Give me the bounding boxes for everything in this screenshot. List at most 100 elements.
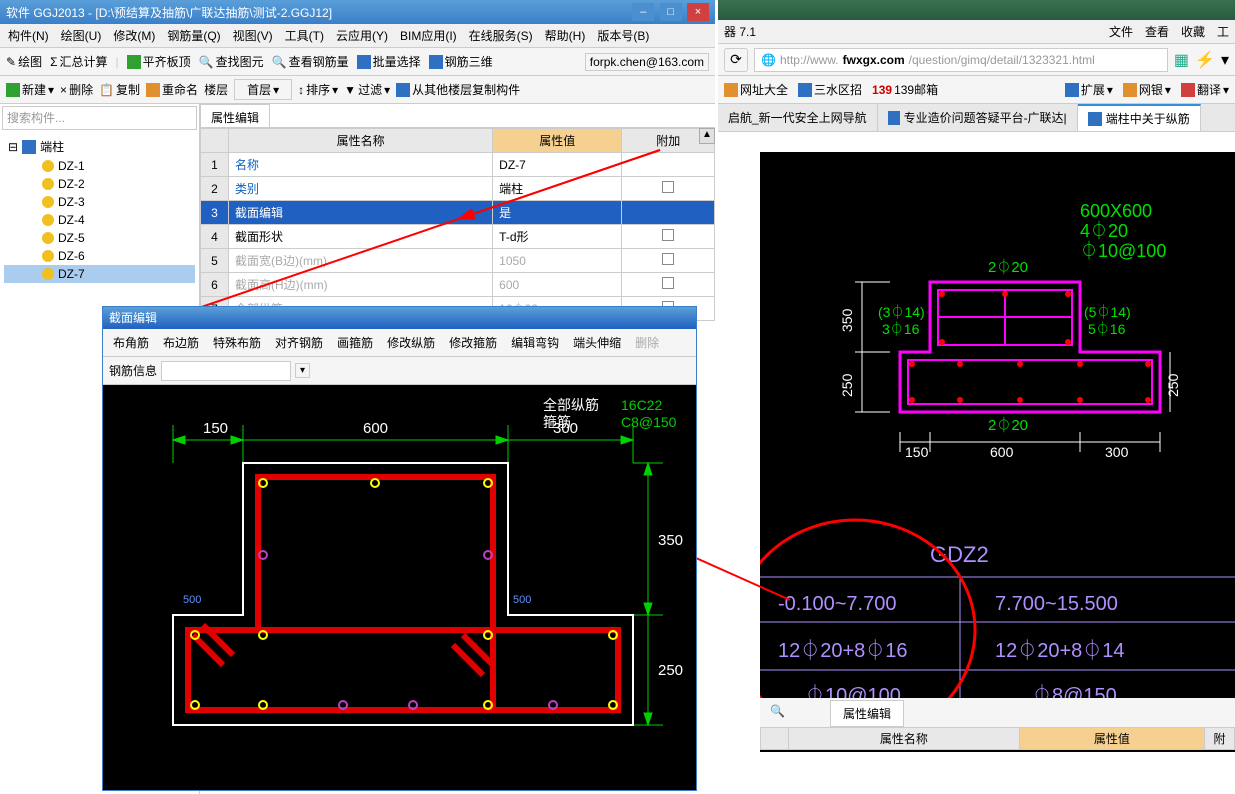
bmenu-view[interactable]: 查看 (1145, 23, 1169, 40)
menu-view[interactable]: 视图(V) (229, 25, 277, 46)
column-icon (22, 140, 36, 154)
svg-text:3⏀16: 3⏀16 (882, 321, 920, 337)
prop-row-6[interactable]: 6截面高(H边)(mm)600 (201, 273, 715, 297)
bmenu-fav[interactable]: 收藏 (1181, 23, 1205, 40)
dropdown-icon[interactable]: ▾ (1221, 50, 1229, 70)
address-bar[interactable]: 🌐 http://www.fwxgx.com/question/gimq/det… (754, 48, 1168, 72)
bookmark-all[interactable]: 网址大全 (724, 81, 788, 98)
scroll-up-arrow[interactable]: ▲ (699, 128, 715, 144)
btn-draw-stirrup[interactable]: 画箍筋 (333, 332, 377, 353)
btn-edit-hook[interactable]: 编辑弯钩 (507, 332, 563, 353)
tool-batch[interactable]: 批量选择 (357, 53, 421, 70)
section-svg: 150 600 300 350 250 500 500 (103, 385, 696, 790)
svg-text:GDZ2: GDZ2 (930, 542, 989, 567)
maximize-button[interactable]: □ (660, 3, 682, 21)
menu-bim[interactable]: BIM应用(I) (396, 25, 461, 46)
btn-filter[interactable]: ▼过滤 ▾ (344, 81, 390, 98)
dropdown-icon[interactable]: ▾ (295, 363, 310, 378)
browser-titlebar (718, 0, 1235, 20)
svg-text:2⏀20: 2⏀20 (988, 258, 1028, 276)
cad-drawing[interactable]: 600X600 4⏀20 ⏀10@100 2⏀20 2⏀20 (3⏀14) 3⏀… (760, 152, 1235, 752)
ext-button[interactable]: 扩展 ▾ (1065, 81, 1113, 98)
section-canvas[interactable]: 150 600 300 350 250 500 500 (103, 385, 696, 790)
menu-help[interactable]: 帮助(H) (541, 25, 590, 46)
search-input[interactable]: 搜索构件... (2, 106, 197, 130)
bookmark-sanshui[interactable]: 三水区招 (798, 81, 862, 98)
prop-row-4[interactable]: 4截面形状T-d形 (201, 225, 715, 249)
user-email[interactable]: forpk.chen@163.com (585, 53, 709, 71)
tree-root[interactable]: ⊟ 端柱 (4, 136, 195, 157)
btn-rename[interactable]: 重命名 (146, 81, 198, 98)
close-button[interactable]: × (687, 3, 709, 21)
menu-modify[interactable]: 修改(M) (109, 25, 159, 46)
refresh-button[interactable]: ⟳ (724, 48, 748, 72)
svg-text:350: 350 (658, 532, 683, 549)
translate-button[interactable]: 翻译 ▾ (1181, 81, 1229, 98)
tool-flat[interactable]: 平齐板顶 (127, 53, 191, 70)
floor-select[interactable]: 首层 ▾ (234, 79, 292, 100)
prop-row-5[interactable]: 5截面宽(B边)(mm)1050 (201, 249, 715, 273)
checkbox[interactable] (662, 181, 674, 193)
browser-name: 器 7.1 (724, 23, 756, 40)
prop-row-3[interactable]: 3截面编辑是 (201, 201, 715, 225)
checkbox[interactable] (662, 229, 674, 241)
tool-draw[interactable]: ✎ 绘图 (6, 53, 42, 70)
property-table: 属性名称 属性值 附加 1名称DZ-7 2类别端柱 3截面编辑是 4截面形状T-… (200, 128, 715, 321)
tree-item-dz2[interactable]: DZ-2 (4, 175, 195, 193)
site-icon (798, 83, 812, 97)
svg-text:600: 600 (363, 420, 388, 437)
btn-copy[interactable]: 📋复制 (99, 81, 140, 98)
tool-sum[interactable]: Σ 汇总计算 (50, 53, 107, 70)
btn-copyfrom[interactable]: 从其他楼层复制构件 (396, 81, 520, 98)
svg-text:12⏀20+8⏀16: 12⏀20+8⏀16 (778, 638, 908, 662)
svg-text:⏀10@100: ⏀10@100 (1080, 240, 1166, 261)
security-icon[interactable]: ▦ (1174, 50, 1189, 70)
btn-sort[interactable]: ↕排序 ▾ (298, 81, 338, 98)
tab-property-edit[interactable]: 属性编辑 (200, 104, 270, 127)
bookmark-139[interactable]: 139139邮箱 (872, 81, 938, 98)
bank-button[interactable]: 网银 ▾ (1123, 81, 1171, 98)
menu-tools[interactable]: 工具(T) (281, 25, 328, 46)
btn-corner-rebar[interactable]: 布角筋 (109, 332, 153, 353)
svg-text:12⏀20+8⏀14: 12⏀20+8⏀14 (995, 638, 1125, 662)
menu-version[interactable]: 版本号(B) (593, 25, 653, 46)
tab-column[interactable]: 端柱中关于纵筋 (1078, 104, 1201, 131)
tree-item-dz1[interactable]: DZ-1 (4, 157, 195, 175)
menu-online[interactable]: 在线服务(S) (465, 25, 537, 46)
btn-modify-stir[interactable]: 修改箍筋 (445, 332, 501, 353)
btn-align-rebar[interactable]: 对齐钢筋 (271, 332, 327, 353)
tool-rebar3d[interactable]: 钢筋三维 (429, 53, 493, 70)
rebar-info-input[interactable] (161, 361, 291, 381)
checkbox[interactable] (662, 253, 674, 265)
minimize-button[interactable]: – (632, 3, 654, 21)
bmenu-tool[interactable]: 工 (1217, 23, 1229, 40)
btn-delete-rebar[interactable]: 删除 (631, 332, 663, 353)
menu-rebar[interactable]: 钢筋量(Q) (163, 25, 224, 46)
lightning-icon[interactable]: ⚡ (1195, 50, 1215, 70)
search-icon[interactable]: 🔍 (770, 704, 785, 718)
tree-item-dz3[interactable]: DZ-3 (4, 193, 195, 211)
btn-special-rebar[interactable]: 特殊布筋 (209, 332, 265, 353)
tree-item-dz4[interactable]: DZ-4 (4, 211, 195, 229)
menu-cloud[interactable]: 云应用(Y) (332, 25, 392, 46)
btn-delete[interactable]: ×删除 (60, 81, 93, 98)
btn-new[interactable]: 新建 ▾ (6, 81, 54, 98)
checkbox[interactable] (662, 277, 674, 289)
prop-row-1[interactable]: 1名称DZ-7 (201, 153, 715, 177)
tool-find[interactable]: 🔍查找图元 (199, 53, 264, 70)
tree-item-dz6[interactable]: DZ-6 (4, 247, 195, 265)
tool-rebar[interactable]: 🔍查看钢筋量 (272, 53, 349, 70)
svg-text:500: 500 (513, 594, 531, 606)
btn-edge-rebar[interactable]: 布边筋 (159, 332, 203, 353)
btn-modify-long[interactable]: 修改纵筋 (383, 332, 439, 353)
tab-qa[interactable]: 专业造价问题答疑平台-广联达| (878, 104, 1078, 131)
tree-item-dz7[interactable]: DZ-7 (4, 265, 195, 283)
tab-nav[interactable]: 启航_新一代安全上网导航 (718, 104, 878, 131)
bmenu-file[interactable]: 文件 (1109, 23, 1133, 40)
menu-component[interactable]: 构件(N) (4, 25, 53, 46)
bottom-tab-propedit[interactable]: 属性编辑 (830, 700, 904, 727)
btn-end-extend[interactable]: 端头伸缩 (569, 332, 625, 353)
tree-item-dz5[interactable]: DZ-5 (4, 229, 195, 247)
prop-row-2[interactable]: 2类别端柱 (201, 177, 715, 201)
menu-draw[interactable]: 绘图(U) (57, 25, 106, 46)
